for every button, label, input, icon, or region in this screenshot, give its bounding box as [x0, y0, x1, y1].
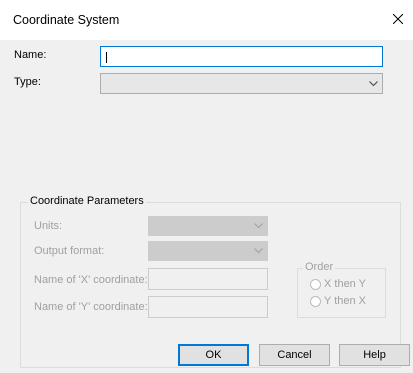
y-coordinate-input[interactable] — [148, 296, 268, 318]
close-button[interactable] — [383, 6, 413, 32]
name-label: Name: — [14, 49, 47, 61]
coordinate-parameters-title: Coordinate Parameters — [28, 195, 146, 207]
y-coordinate-label: Name of 'Y' coordinate: — [34, 301, 148, 313]
text-caret — [106, 52, 107, 63]
name-input[interactable] — [100, 46, 383, 67]
close-icon — [393, 14, 403, 24]
chevron-down-icon — [369, 80, 378, 86]
x-then-y-label: X then Y — [324, 278, 366, 290]
type-label: Type: — [14, 76, 41, 88]
order-group — [297, 268, 386, 318]
y-then-x-radio[interactable] — [310, 296, 321, 307]
type-select[interactable] — [100, 73, 383, 94]
chevron-down-icon — [254, 248, 263, 254]
cancel-button[interactable]: Cancel — [259, 344, 330, 366]
x-then-y-radio[interactable] — [310, 279, 321, 290]
y-then-x-label: Y then X — [324, 295, 366, 307]
title-bar: Coordinate System — [0, 0, 413, 40]
x-coordinate-input[interactable] — [148, 268, 268, 290]
chevron-down-icon — [254, 223, 263, 229]
x-coordinate-label: Name of 'X' coordinate: — [34, 274, 148, 286]
units-label: Units: — [34, 220, 63, 232]
order-title: Order — [303, 261, 336, 273]
dialog-body: Name: Type: Coordinate Parameters Units:… — [0, 40, 413, 373]
ok-button[interactable]: OK — [178, 344, 249, 366]
help-button[interactable]: Help — [339, 344, 410, 366]
output-format-select[interactable] — [148, 241, 268, 261]
dialog-title: Coordinate System — [13, 13, 120, 27]
units-select[interactable] — [148, 216, 268, 236]
output-format-label: Output format: — [34, 245, 105, 257]
